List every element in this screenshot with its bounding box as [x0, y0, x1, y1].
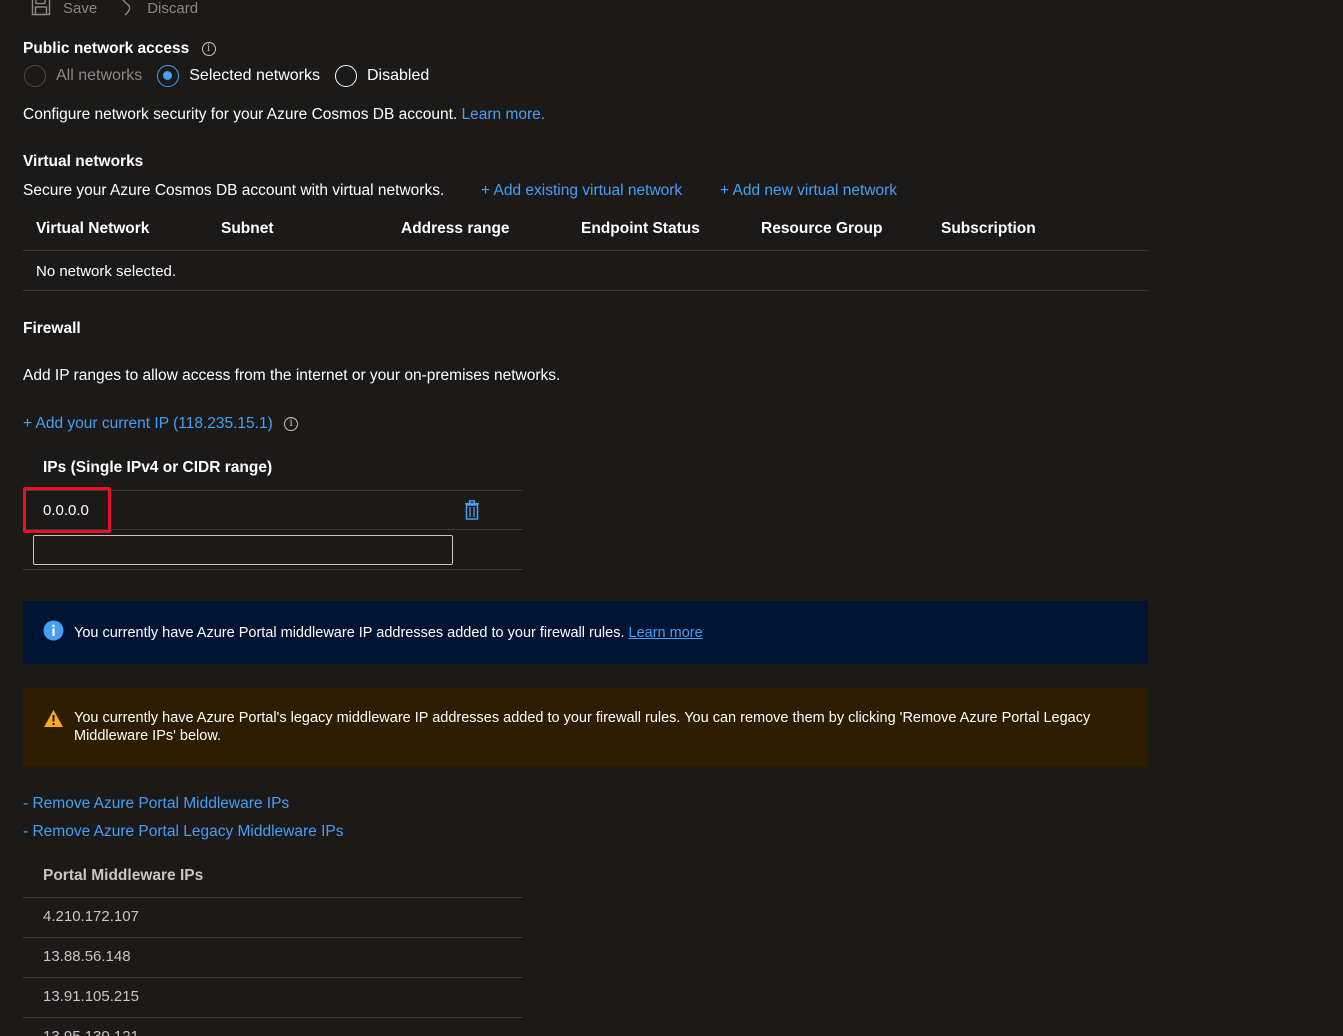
add-current-ip-line: + Add your current IP (118.235.15.1) i [23, 415, 299, 433]
ip-table-header: IPs (Single IPv4 or CIDR range) [23, 456, 523, 491]
public-access-heading: Public network access i [23, 40, 216, 58]
delete-icon[interactable] [464, 500, 480, 524]
warning-icon [43, 709, 64, 732]
ip-value[interactable]: 0.0.0.0 [43, 502, 89, 519]
info-banner: You currently have Azure Portal middlewa… [23, 601, 1148, 664]
table-row: 13.88.56.148 [23, 938, 523, 978]
add-current-ip-link[interactable]: + Add your current IP (118.235.15.1) [23, 415, 273, 432]
middleware-ip: 13.91.105.215 [43, 988, 139, 1005]
add-existing-vnet-link[interactable]: + Add existing virtual network [481, 182, 682, 200]
remove-middleware-ips-link[interactable]: - Remove Azure Portal Middleware IPs [23, 795, 289, 813]
middleware-ip: 13.95.130.121 [43, 1028, 139, 1036]
table-row: 4.210.172.107 [23, 898, 523, 938]
warning-banner-text: You currently have Azure Portal's legacy… [74, 710, 1091, 744]
column-header-endpoint-status: Endpoint Status [581, 220, 700, 237]
column-header-ips: IPs (Single IPv4 or CIDR range) [43, 459, 273, 476]
radio-disabled[interactable]: Disabled [334, 65, 430, 87]
discard-icon [119, 0, 147, 20]
remove-legacy-middleware-ips-link[interactable]: - Remove Azure Portal Legacy Middleware … [23, 823, 343, 841]
column-header-resource-group: Resource Group [761, 220, 883, 237]
info-banner-text-wrap: You currently have Azure Portal middlewa… [74, 624, 703, 642]
firewall-description: Add IP ranges to allow access from the i… [23, 367, 561, 384]
save-label: Save [63, 0, 98, 17]
public-access-description-line: Configure network security for your Azur… [23, 106, 545, 124]
radio-selected-networks[interactable]: Selected networks [157, 65, 320, 87]
column-header-subscription: Subscription [941, 220, 1036, 237]
radio-circle [157, 65, 180, 87]
info-icon[interactable]: i [201, 41, 216, 56]
info-icon[interactable]: i [284, 416, 299, 431]
radio-label: All networks [56, 67, 143, 84]
vnet-table-header: Virtual Network Subnet Address range End… [23, 218, 1148, 251]
info-filled-icon [43, 620, 64, 645]
radio-label: Selected networks [189, 67, 320, 84]
info-banner-learn-more-link[interactable]: Learn more [629, 625, 703, 641]
radio-circle [334, 65, 357, 87]
middleware-ip: 4.210.172.107 [43, 908, 139, 925]
discard-label: Discard [147, 0, 199, 17]
save-icon [31, 0, 63, 20]
command-bar: Save Discard [31, 0, 198, 22]
learn-more-link[interactable]: Learn more. [462, 106, 546, 123]
radio-all-networks: All networks [24, 65, 142, 87]
vnet-empty-row: No network selected. [23, 251, 1148, 291]
firewall-title: Firewall [23, 320, 81, 337]
vnet-empty-text: No network selected. [36, 263, 177, 280]
info-banner-text: You currently have Azure Portal middlewa… [74, 624, 625, 641]
public-access-description: Configure network security for your Azur… [23, 106, 458, 123]
warning-banner: You currently have Azure Portal's legacy… [23, 688, 1148, 767]
ip-table-row: 0.0.0.0 [23, 487, 523, 533]
public-access-title: Public network access [23, 40, 190, 57]
save-button[interactable]: Save [31, 0, 97, 20]
radio-circle [24, 65, 46, 87]
virtual-networks-title: Virtual networks [23, 153, 144, 170]
table-row: 13.95.130.121 [23, 1018, 523, 1036]
virtual-networks-description: Secure your Azure Cosmos DB account with… [23, 182, 445, 199]
column-header-subnet: Subnet [221, 220, 274, 237]
column-header-virtual-network: Virtual Network [36, 220, 150, 237]
column-header-portal-middleware-ips: Portal Middleware IPs [43, 867, 204, 884]
discard-button[interactable]: Discard [119, 0, 198, 20]
new-ip-input[interactable] [33, 535, 453, 565]
add-new-vnet-link[interactable]: + Add new virtual network [720, 182, 897, 200]
column-header-address-range: Address range [401, 220, 510, 237]
ip-new-row [23, 530, 523, 570]
middleware-ip: 13.88.56.148 [43, 948, 131, 965]
public-access-radio-group: All networks Selected networks Disabled [24, 63, 444, 89]
middleware-table-header: Portal Middleware IPs [23, 860, 523, 898]
radio-label: Disabled [366, 67, 430, 84]
table-row: 13.91.105.215 [23, 978, 523, 1018]
